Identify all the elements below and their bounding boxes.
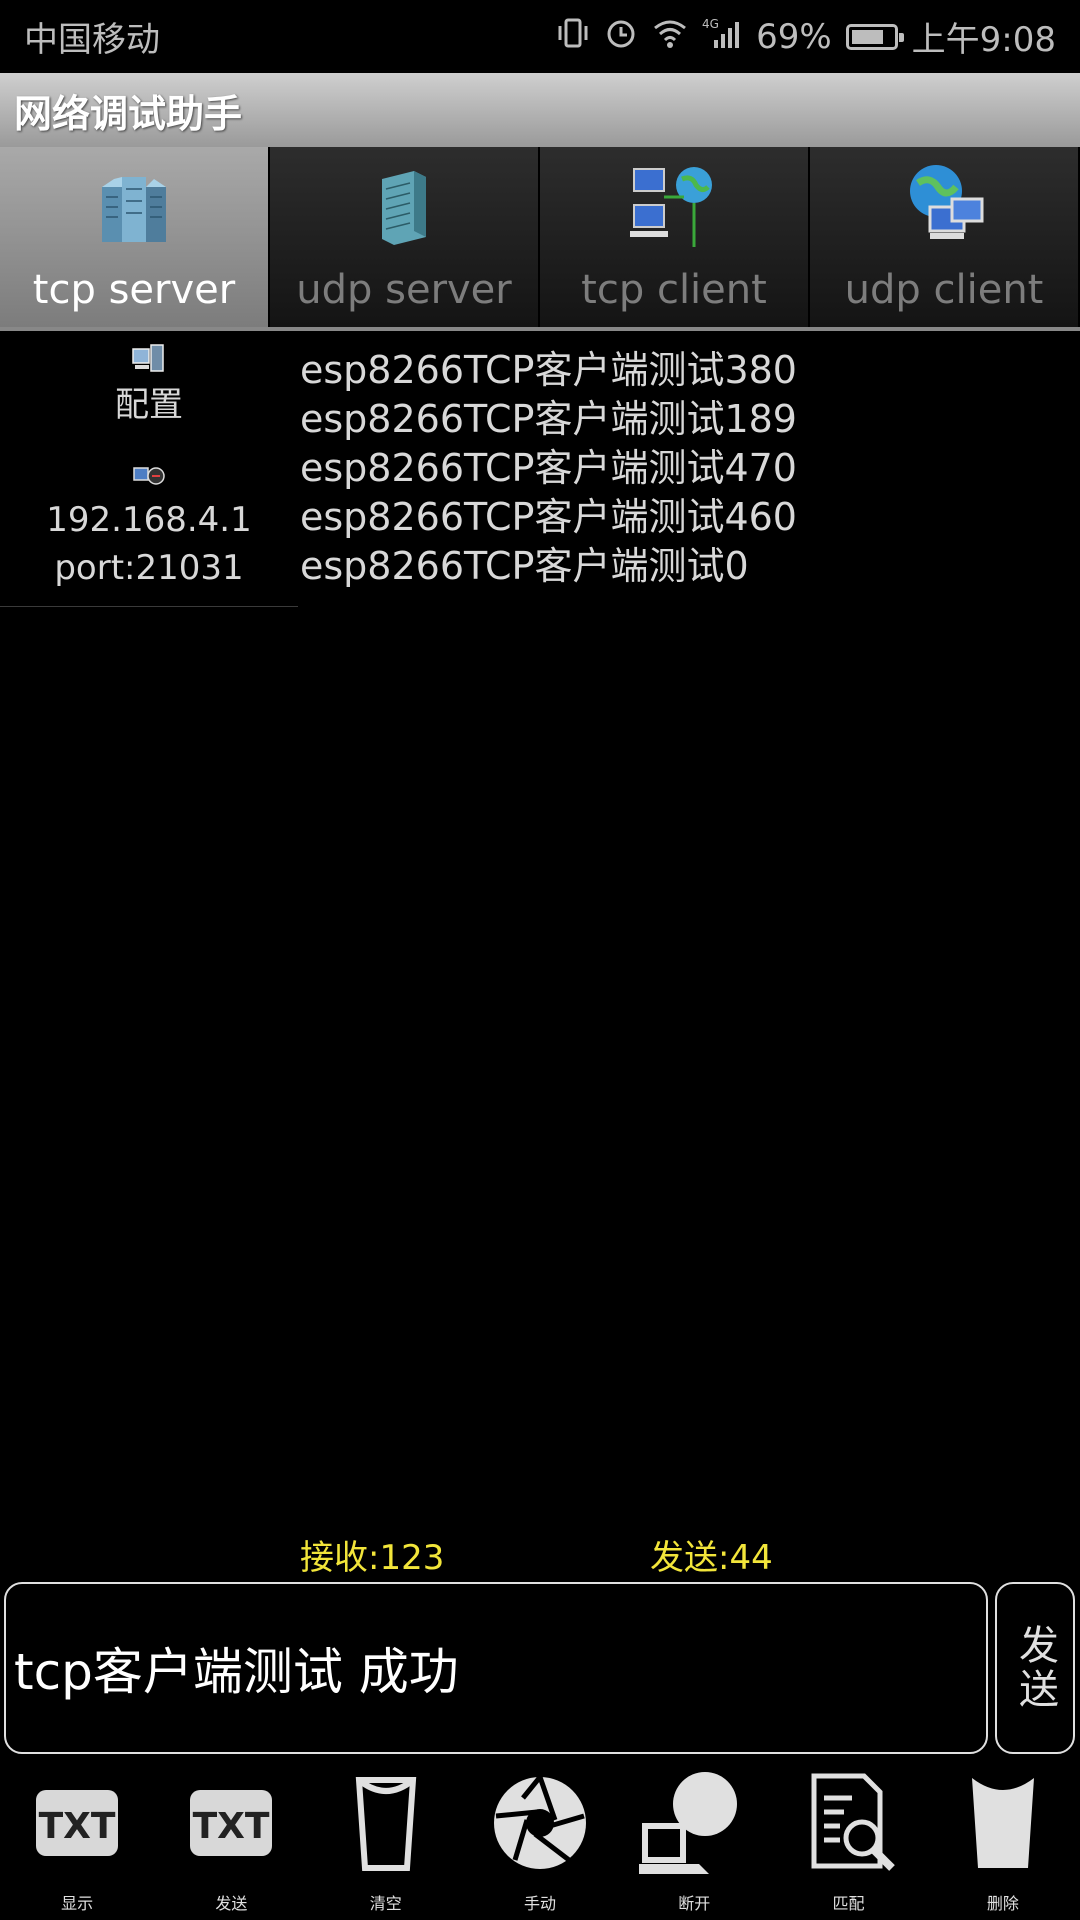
clear-button[interactable]: 清空 [309,1768,463,1920]
manual-button[interactable]: 手动 [463,1768,617,1920]
delete-button[interactable]: 删除 [926,1768,1080,1920]
send-txt-button[interactable]: TXT 发送 [154,1768,308,1920]
tool-label: 手动 [523,1894,556,1913]
message-log: esp8266TCP客户端测试380 esp8266TCP客户端测试189 es… [300,346,1060,591]
txt-send-icon: TXT [190,1790,273,1856]
tab-tcp-client[interactable]: tcp client [540,147,810,327]
tab-udp-client[interactable]: udp client [810,147,1080,327]
battery-percent: 69% [756,16,832,57]
tab-label: udp client [844,267,1044,313]
alarm-icon [604,16,638,58]
server-info-panel: 配置 192.168.4.1 port:21031 [0,335,298,607]
app-title-bar: 网络调试助手 [0,73,1080,147]
globe-computers-icon [910,165,984,239]
status-bar: 中国移动 4G 69% 上午9:08 [0,0,1080,73]
tool-label: 清空 [369,1894,402,1913]
match-button[interactable]: 匹配 [771,1768,925,1920]
status-indicators: 4G 69% 上午9:08 [556,12,1056,61]
config-button[interactable]: 配置 [0,343,298,426]
tab-label: tcp server [32,267,236,313]
battery-level-fill [851,29,884,44]
wifi-icon [652,16,688,58]
signal-icon: 4G [702,16,742,58]
aperture-icon [493,1775,586,1869]
log-line: esp8266TCP客户端测试460 [300,495,797,539]
received-count: 接收:123 [300,1538,445,1578]
computer-config-icon [132,344,164,372]
network-globe-icon [630,167,712,247]
clock: 上午9:08 [911,20,1056,60]
message-input[interactable]: tcp客户端测试 成功 [4,1582,988,1754]
config-label: 配置 [115,385,183,425]
svg-text:TXT: TXT [39,1806,116,1847]
tool-label: 匹配 [832,1894,865,1913]
network-type: 4G [702,17,719,31]
search-document-icon [811,1773,895,1871]
mode-tabs: tcp server udp server tcp client udp cli… [0,147,1080,331]
log-line: esp8266TCP客户端测试470 [300,446,797,490]
log-line: esp8266TCP客户端测试189 [300,397,797,441]
send-button-label: 发送 [1012,1624,1058,1712]
bottom-toolbar: TXT 显示 TXT 发送 清空 手动 断开 匹配 删除 [0,1768,1080,1920]
delete-cup-icon [971,1778,1034,1868]
log-line: esp8266TCP客户端测试0 [300,544,749,588]
server-tower-icon [382,171,426,245]
tool-label: 显示 [61,1894,94,1913]
tab-udp-server[interactable]: udp server [270,147,540,327]
txt-display-icon: TXT [36,1790,119,1856]
tool-label: 断开 [678,1894,711,1913]
message-input-value: tcp客户端测试 成功 [14,1643,459,1701]
app-title: 网络调试助手 [14,91,243,136]
sent-count: 发送:44 [650,1538,773,1578]
disconnect-button[interactable]: 断开 [617,1768,771,1920]
carrier-name: 中国移动 [24,20,160,60]
tab-label: tcp client [581,267,767,313]
tab-label: udp server [296,267,512,313]
tool-label: 删除 [986,1894,1019,1913]
disconnect-laptop-icon [639,1772,738,1874]
traffic-counters: 接收:123 发送:44 [0,1530,1080,1580]
server-rack-icon [102,177,166,242]
tab-tcp-server[interactable]: tcp server [0,147,270,327]
vibrate-icon [556,16,590,58]
tool-label: 发送 [215,1894,248,1913]
display-txt-button[interactable]: TXT 显示 [0,1768,154,1920]
svg-text:TXT: TXT [193,1806,270,1847]
battery-icon [845,23,904,50]
network-status-icon [133,467,165,485]
clear-cup-icon [355,1777,416,1871]
server-port: port:21031 [54,548,244,588]
send-button[interactable]: 发送 [995,1582,1075,1754]
log-line: esp8266TCP客户端测试380 [300,348,797,392]
server-ip: 192.168.4.1 [46,500,252,540]
